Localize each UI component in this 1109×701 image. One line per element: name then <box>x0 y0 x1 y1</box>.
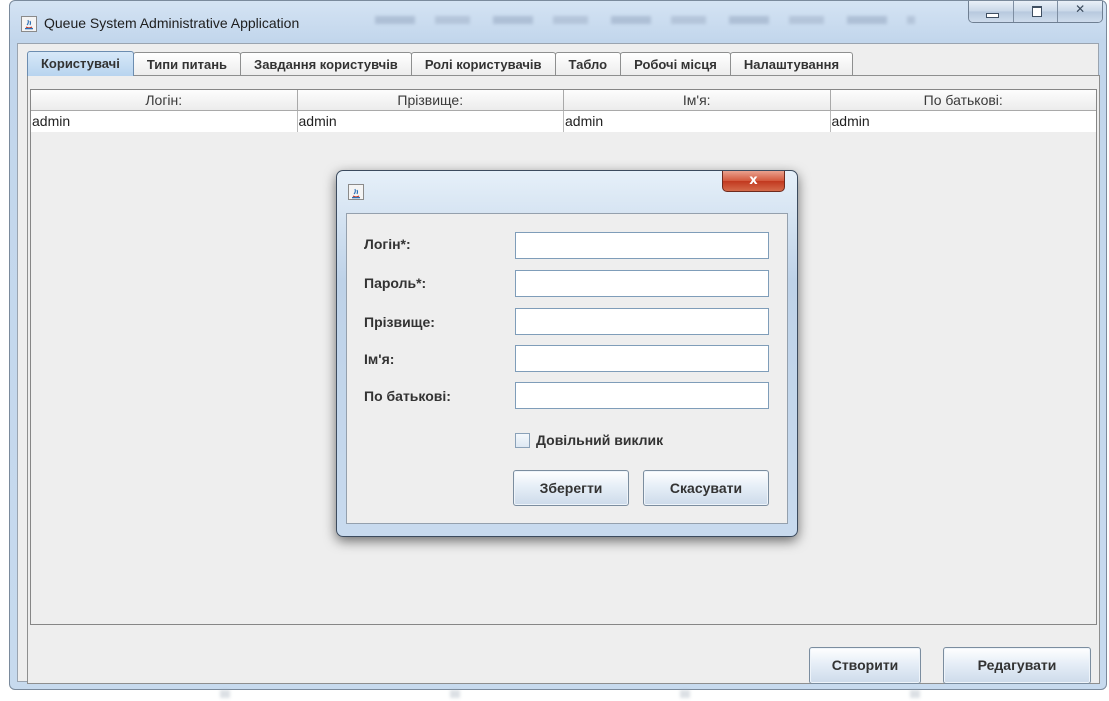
table-cell: admin <box>31 111 298 132</box>
table-cell: admin <box>831 113 870 129</box>
table-row[interactable]: admin admin admin admin <box>31 111 1096 132</box>
title-bar: Queue System Administrative Application … <box>10 1 1106 43</box>
tab-question-types[interactable]: Типи питань <box>132 52 242 76</box>
patronymic-field[interactable] <box>515 382 769 409</box>
save-button[interactable]: Зберегти <box>513 470 629 506</box>
tab-strip: Користувачі Типи питань Завдання користу… <box>27 51 854 76</box>
edit-button[interactable]: Редагувати <box>943 647 1091 684</box>
tab-user-tasks[interactable]: Завдання користувчів <box>240 52 412 76</box>
caption-buttons: ✕ <box>968 1 1103 23</box>
tab-settings[interactable]: Налаштування <box>729 52 854 76</box>
patronymic-label: По батькові: <box>364 388 451 404</box>
tab-board[interactable]: Табло <box>554 52 622 76</box>
random-call-label: Довільний виклик <box>536 432 664 448</box>
tab-workplaces[interactable]: Робочі місця <box>620 52 731 76</box>
password-label: Пароль*: <box>364 275 427 291</box>
name-field[interactable] <box>515 345 769 372</box>
dialog-body: Логін*: Пароль*: Прізвище: Ім'я: По бать… <box>346 213 788 524</box>
login-label: Логін*: <box>364 236 411 252</box>
login-field[interactable] <box>515 232 769 259</box>
column-header-login[interactable]: Логін: <box>31 90 298 111</box>
column-header-name[interactable]: Ім'я: <box>564 90 831 111</box>
create-button[interactable]: Створити <box>809 647 921 684</box>
random-call-checkbox-row[interactable]: Довільний виклик <box>515 431 663 449</box>
surname-field[interactable] <box>515 308 769 335</box>
table-cell: admin <box>564 111 831 132</box>
dialog-close-icon[interactable]: x <box>722 171 785 192</box>
title-bar-blur <box>375 16 915 24</box>
minimize-icon[interactable] <box>969 1 1014 22</box>
java-app-icon <box>348 184 364 200</box>
password-field[interactable] <box>515 270 769 297</box>
java-app-icon <box>21 16 37 32</box>
cancel-button[interactable]: Скасувати <box>643 470 769 506</box>
add-user-dialog: x Логін*: Пароль*: Прізвище: Ім'я: По ба… <box>336 170 798 537</box>
maximize-icon[interactable] <box>1013 1 1059 22</box>
column-header-patronymic[interactable]: По батькові: <box>830 90 1096 111</box>
surname-label: Прізвище: <box>364 314 435 330</box>
table-cell: admin <box>298 111 564 132</box>
tab-user-roles[interactable]: Ролі користувачів <box>410 52 556 76</box>
background-blur <box>200 690 1060 698</box>
column-header-surname[interactable]: Прізвище: <box>297 90 564 111</box>
window-title: Queue System Administrative Application <box>44 15 300 31</box>
close-icon[interactable]: ✕ <box>1058 1 1102 22</box>
table-header: Логін: Прізвище: Ім'я: По батькові: <box>31 90 1096 111</box>
random-call-checkbox[interactable] <box>515 432 530 448</box>
tab-users[interactable]: Користувачі <box>27 51 134 76</box>
name-label: Ім'я: <box>364 351 395 367</box>
